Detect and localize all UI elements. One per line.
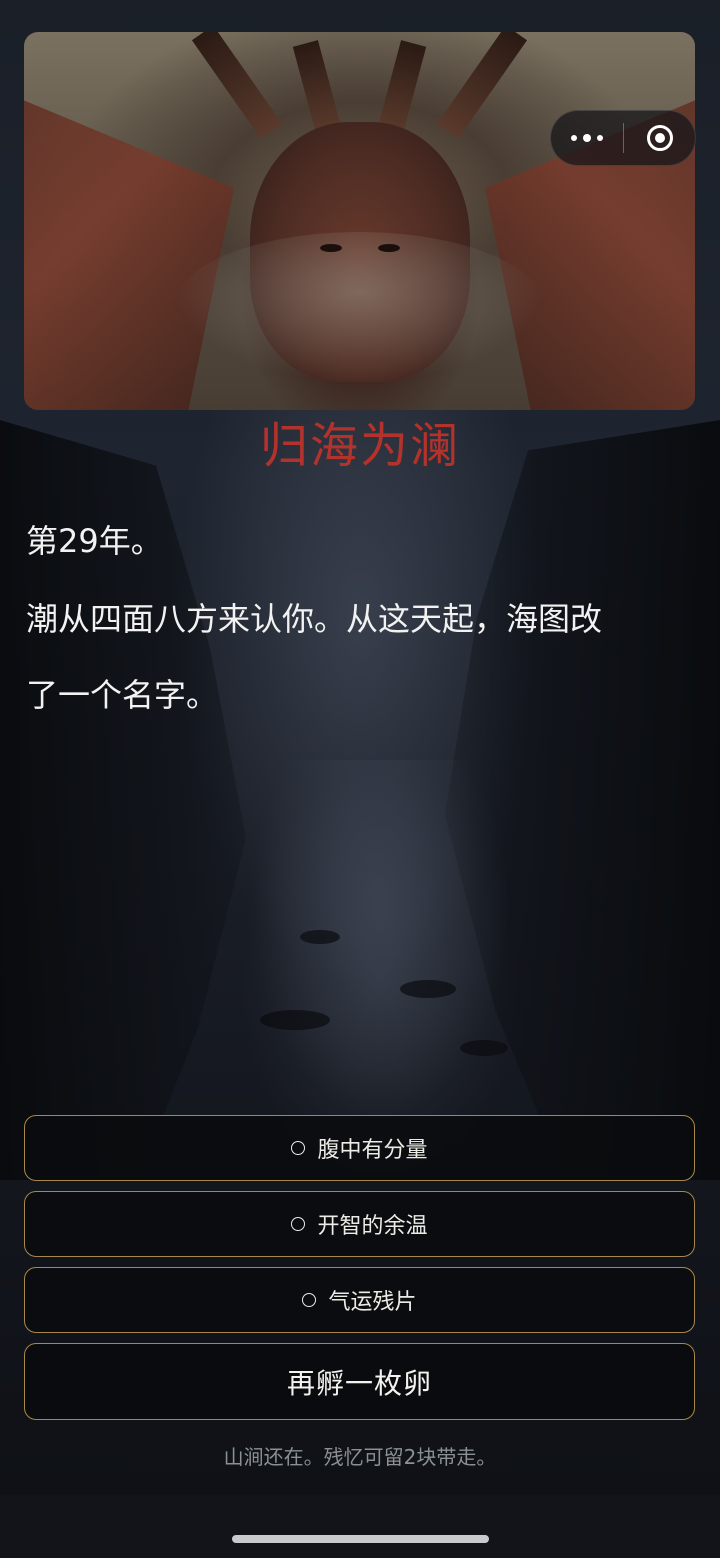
dragon-horn	[292, 40, 342, 134]
dragon-eye	[320, 244, 342, 252]
ending-title: 归海为澜	[259, 418, 460, 474]
dragon-wing-left	[24, 92, 234, 410]
radio-circle-icon	[291, 1141, 306, 1155]
hatch-again-button[interactable]: 再孵一枚卵	[24, 1343, 695, 1420]
option-button[interactable]: 气运残片	[24, 1267, 695, 1333]
miniprogram-capsule	[550, 110, 696, 166]
dragon-eye	[378, 244, 400, 252]
background-rock	[260, 1010, 330, 1030]
option-label: 气运残片	[328, 1290, 417, 1315]
page: 归海为澜 第29年。 潮从四面八方来认你。从这天起，海图改 了一个名字。 腹中有…	[0, 0, 720, 1558]
miniprogram-close-icon[interactable]	[624, 111, 696, 165]
background-rock	[300, 930, 340, 944]
dragon-whiskers	[174, 232, 544, 382]
system-bottom-bar	[0, 1495, 720, 1558]
radio-circle-icon	[291, 1217, 306, 1231]
footnote-text: 山涧还在。残忆可留2块带走。	[223, 1445, 497, 1469]
story-text-line: 潮从四面八方来认你。从这天起，海图改	[26, 600, 603, 638]
background-rock	[400, 980, 456, 998]
dragon-illustration	[24, 32, 695, 410]
dragon-horn	[377, 40, 427, 134]
dragon-horn	[191, 32, 283, 139]
option-label: 腹中有分量	[317, 1138, 428, 1163]
dragon-horn	[436, 32, 528, 139]
story-year: 第29年。	[26, 522, 163, 560]
home-indicator[interactable]	[232, 1535, 489, 1543]
option-button[interactable]: 腹中有分量	[24, 1115, 695, 1181]
option-label: 开智的余温	[317, 1214, 428, 1239]
background-stream	[250, 760, 510, 1120]
more-dots-icon[interactable]	[551, 111, 623, 165]
radio-circle-icon	[302, 1293, 317, 1307]
background-rock	[460, 1040, 508, 1056]
story-text-line: 了一个名字。	[26, 676, 219, 714]
option-button[interactable]: 开智的余温	[24, 1191, 695, 1257]
